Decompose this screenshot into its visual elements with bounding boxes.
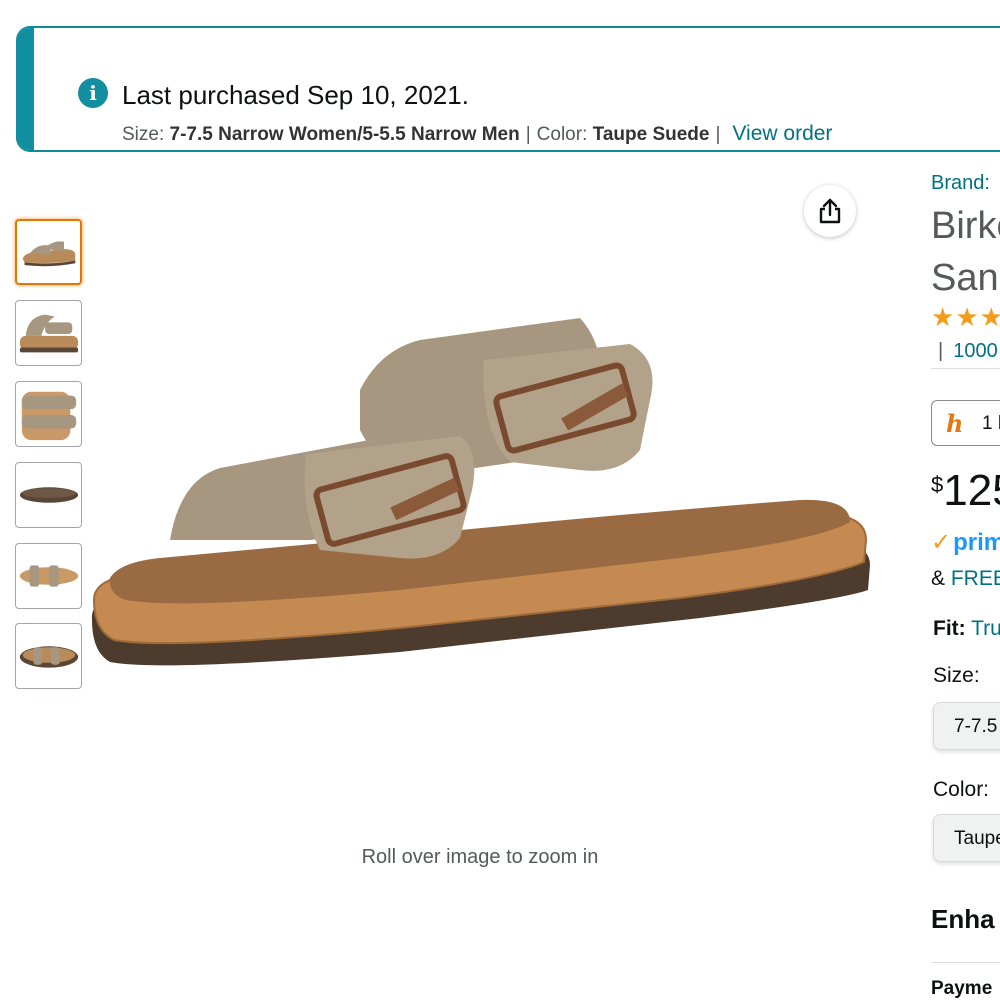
divider (931, 962, 1000, 963)
ratings-row: | 1000 (938, 340, 998, 363)
sandal-thumbnail-image (19, 314, 79, 353)
share-button[interactable] (804, 185, 856, 237)
view-order-link[interactable]: View order (732, 122, 832, 145)
ratings-count-link[interactable]: 1000 (953, 340, 998, 362)
sandal-thumbnail-image (19, 565, 79, 587)
size-label: Size: (122, 124, 170, 145)
star-icon: ★ (979, 302, 1000, 332)
sandal-thumbnail-image (22, 241, 76, 267)
honey-h-icon: h (946, 409, 964, 438)
fit-row: Fit: True (933, 617, 1000, 641)
zoom-hint: Roll over image to zoom in (361, 846, 599, 868)
separator: | (715, 124, 721, 145)
sandal-thumbnail-image (19, 646, 79, 668)
fit-label: Fit: (933, 617, 966, 640)
thumbnail-4[interactable] (15, 462, 82, 528)
size-selected-value: 7-7.5 (954, 716, 998, 737)
size-value: 7-7.5 Narrow Women/5-5.5 Narrow Men (169, 124, 520, 145)
product-title-line-2: Sand (931, 257, 1000, 299)
color-selector[interactable]: Taupe (933, 814, 1000, 862)
thumbnail-2[interactable] (15, 300, 82, 366)
price-symbol: $ (931, 472, 944, 497)
free-delivery-row: & FREE (931, 567, 1000, 591)
color-value: Taupe Suede (592, 124, 710, 145)
thumbnail-6[interactable] (15, 623, 82, 689)
fit-value-link[interactable]: True (971, 617, 1000, 640)
payment-label: Payme (931, 978, 993, 999)
prime-check-icon: ✓ (931, 529, 952, 556)
thumbnail-3[interactable] (15, 381, 82, 447)
divider (931, 368, 1000, 369)
star-icon: ★ (955, 302, 979, 332)
color-label: Color: (536, 124, 593, 145)
badge-text: 1 h (982, 413, 1000, 434)
section-heading: Enha (931, 904, 995, 934)
price-whole: 125 (943, 466, 1000, 515)
info-icon: i (78, 78, 108, 108)
ratings-separator: | (938, 340, 944, 362)
last-purchased-banner: i Last purchased Sep 10, 2021. Size: 7-7… (16, 26, 1000, 152)
product-title-line-1: Birke (931, 205, 1000, 247)
brand-link[interactable]: Brand: (931, 172, 990, 195)
main-product-image[interactable] (80, 300, 880, 700)
thumbnail-5[interactable] (15, 543, 82, 609)
color-selected-value: Taupe (954, 828, 1000, 849)
banner-accent-bar (16, 28, 34, 150)
size-selector[interactable]: 7-7.5 (933, 702, 1000, 750)
sandal-thumbnail-image (21, 391, 77, 441)
share-icon (819, 198, 841, 224)
star-icon: ★ (931, 302, 955, 332)
last-purchased-title: Last purchased Sep 10, 2021. (122, 80, 469, 110)
free-prefix: & (931, 567, 946, 590)
prime-text: prime (953, 529, 1000, 556)
separator: | (525, 124, 531, 145)
prime-badge[interactable]: ✓prime (931, 528, 1000, 557)
purchase-details: Size: 7-7.5 Narrow Women/5-5.5 Narrow Me… (122, 122, 832, 146)
color-field-label: Color: (933, 778, 990, 801)
honey-badge[interactable]: h 1 h (931, 400, 1000, 446)
sandal-thumbnail-image (19, 487, 79, 503)
free-returns-link[interactable]: FREE (951, 567, 1000, 590)
size-field-label: Size: (933, 664, 980, 687)
thumbnail-1[interactable] (15, 219, 82, 285)
price: $125 (931, 466, 1000, 516)
star-rating[interactable]: ★ ★ ★ (931, 304, 1000, 330)
